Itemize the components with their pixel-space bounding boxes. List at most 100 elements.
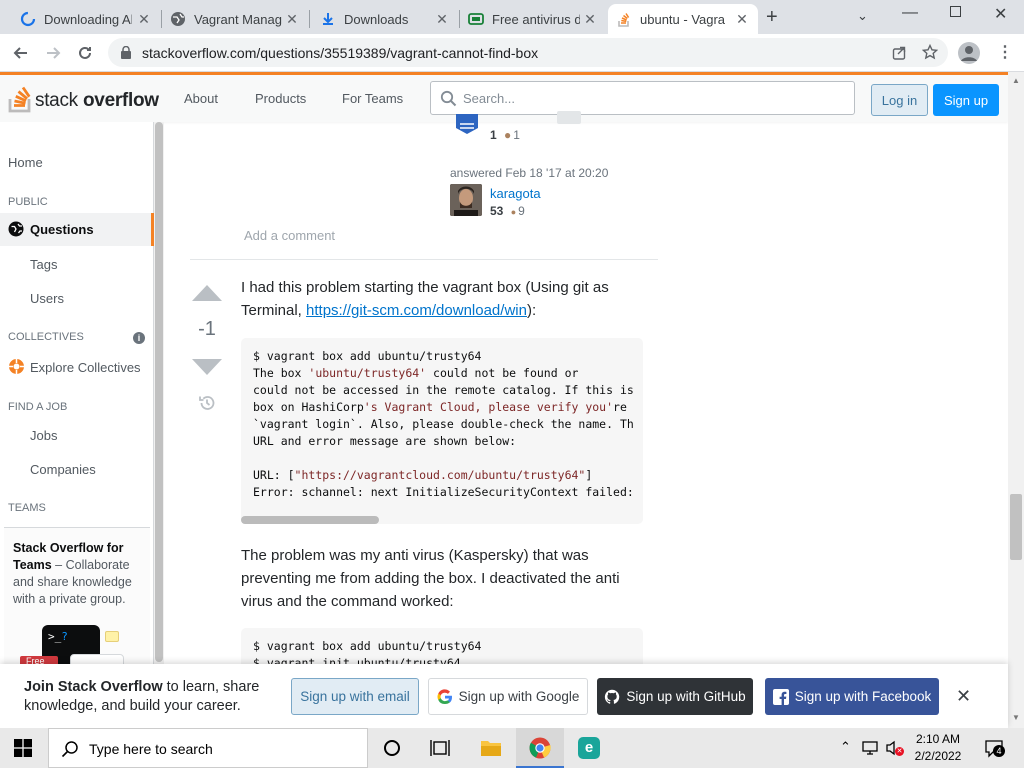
answered-timestamp[interactable]: answered Feb 18 '17 at 20:20 (450, 166, 608, 180)
tab-downloading[interactable]: Downloading Al ✕ (12, 4, 160, 34)
facebook-label: Sign up with Facebook (794, 689, 932, 704)
git-download-link[interactable]: https://git-scm.com/download/win (306, 302, 527, 319)
close-icon[interactable]: ✕ (284, 11, 300, 28)
menu-kebab-icon[interactable]: ⋮ (997, 42, 1013, 62)
taskbar-search-input[interactable]: Type here to search (48, 728, 368, 768)
stackoverflow-logo[interactable]: stack overflow (8, 81, 159, 115)
tab-free-antivirus[interactable]: Free antivirus d ✕ (460, 4, 606, 34)
nav-for-teams[interactable]: For Teams (342, 91, 403, 106)
code-line: box on HashiCorp's Vagrant Cloud, please… (253, 400, 627, 414)
browser-toolbar: stackoverflow.com/questions/35519389/vag… (0, 34, 1024, 72)
url-text: stackoverflow.com/questions/35519389/vag… (142, 45, 539, 61)
avatar-partial[interactable] (456, 114, 478, 136)
edited-badge (557, 111, 581, 124)
windows-start-icon[interactable] (14, 739, 32, 757)
minimize-button[interactable]: — (902, 4, 918, 22)
stackoverflow-logo-icon (8, 86, 31, 113)
tab-vagrant-manager[interactable]: Vagrant Manag ✕ (162, 4, 308, 34)
forward-button[interactable] (40, 40, 66, 66)
nav-products[interactable]: Products (255, 91, 306, 106)
volume-muted-icon[interactable]: ✕ (886, 740, 904, 756)
profile-avatar[interactable] (958, 42, 980, 64)
code-scrollbar[interactable] (241, 516, 379, 524)
close-icon[interactable]: ✕ (136, 11, 152, 28)
code-block[interactable]: $ vagrant box add ubuntu/trusty64 The box… (241, 338, 643, 524)
edge-app-icon[interactable]: e (578, 737, 600, 759)
tray-chevron-icon[interactable]: ⌃ (840, 739, 851, 755)
rep-score: 1 (490, 128, 497, 142)
google-label: Sign up with Google (458, 689, 580, 704)
answer-paragraph-2: The problem was my anti virus (Kaspersky… (241, 547, 620, 610)
sidebar-item-companies[interactable]: Companies (30, 462, 96, 477)
nav-about[interactable]: About (184, 91, 218, 106)
card-icon (468, 11, 484, 27)
terminal-prompt-icon: >_? (48, 630, 68, 643)
arrow-left-icon (13, 47, 27, 59)
close-icon[interactable]: ✕ (434, 11, 450, 28)
scroll-thumb[interactable] (1010, 494, 1022, 560)
upvote-button[interactable] (191, 284, 223, 302)
code-line: Error: schannel: next InitializeSecurity… (253, 485, 634, 499)
code-block-2[interactable]: $ vagrant box add ubuntu/trusty64 $ vagr… (241, 628, 643, 668)
tab-search-icon[interactable]: ⌄ (857, 8, 868, 24)
sidebar-item-users[interactable]: Users (30, 291, 64, 306)
notification-center-icon[interactable]: 4 (984, 738, 1005, 758)
network-icon[interactable] (862, 740, 880, 756)
signup-github-button[interactable]: Sign up with GitHub (597, 678, 753, 715)
notification-count-badge: 4 (993, 745, 1005, 757)
sidebar-item-home[interactable]: Home (8, 155, 43, 170)
reload-button[interactable] (72, 40, 98, 66)
sidebar-item-jobs[interactable]: Jobs (30, 428, 57, 443)
signup-button[interactable]: Sign up (933, 84, 999, 116)
teams-promo: Stack Overflow for Teams – Collaborate a… (4, 527, 150, 668)
sidebar-item-explore-collectives[interactable]: Explore Collectives (30, 360, 141, 375)
history-icon[interactable] (197, 393, 217, 413)
sidebar-item-tags[interactable]: Tags (30, 257, 57, 272)
signup-facebook-button[interactable]: Sign up with Facebook (765, 678, 939, 715)
scroll-up-icon[interactable]: ▲ (1012, 76, 1020, 85)
sidebar-heading-teams: TEAMS (8, 502, 46, 514)
close-icon[interactable]: ✕ (582, 11, 598, 28)
banner-close-icon[interactable]: ✕ (956, 686, 971, 707)
close-icon[interactable]: ✕ (734, 11, 750, 28)
clock-time[interactable]: 2:10 AM (915, 732, 961, 746)
globe-icon (170, 11, 186, 27)
lock-icon (121, 46, 131, 59)
arrow-right-icon (47, 47, 61, 59)
tab-downloads[interactable]: Downloads ✕ (312, 4, 458, 34)
sidebar-heading-public: PUBLIC (8, 196, 48, 208)
sidebar-scrollbar[interactable] (154, 122, 164, 664)
address-bar[interactable]: stackoverflow.com/questions/35519389/vag… (108, 38, 948, 67)
window-close-button[interactable]: ✕ (994, 4, 1007, 24)
code-line: URL: ["https://vagrantcloud.com/ubuntu/t… (253, 468, 593, 482)
globe-icon (8, 221, 24, 237)
scroll-down-icon[interactable]: ▼ (1012, 713, 1020, 722)
github-icon (605, 689, 620, 704)
restore-button[interactable] (950, 6, 961, 17)
task-view-icon[interactable] (430, 739, 450, 757)
avatar[interactable] (450, 184, 482, 216)
user-name-link[interactable]: karagota (490, 186, 541, 201)
clock-date[interactable]: 2/2/2022 (913, 749, 963, 763)
taskbar-search-placeholder: Type here to search (89, 741, 213, 757)
search-input[interactable]: Search... (430, 81, 855, 115)
file-explorer-icon[interactable] (480, 738, 502, 758)
downvote-button[interactable] (191, 358, 223, 376)
collectives-icon (9, 359, 24, 374)
sidebar-item-questions[interactable]: Questions (0, 213, 154, 246)
signup-email-button[interactable]: Sign up with email (291, 678, 419, 715)
refresh-icon (20, 11, 36, 27)
signup-google-button[interactable]: Sign up with Google (428, 678, 588, 715)
login-button[interactable]: Log in (871, 84, 928, 116)
page-scrollbar[interactable]: ▲ ▼ (1008, 72, 1024, 728)
back-button[interactable] (8, 40, 34, 66)
rep-score: 53 (490, 204, 504, 218)
new-tab-button[interactable]: + (766, 6, 778, 29)
taskbar-chrome-active[interactable] (516, 728, 564, 768)
person-icon (961, 46, 977, 61)
cortana-icon[interactable] (384, 740, 400, 756)
info-icon[interactable]: i (133, 332, 145, 344)
tab-ubuntu-vagrant[interactable]: ubuntu - Vagra ✕ (608, 4, 758, 34)
add-comment-link[interactable]: Add a comment (244, 228, 335, 243)
